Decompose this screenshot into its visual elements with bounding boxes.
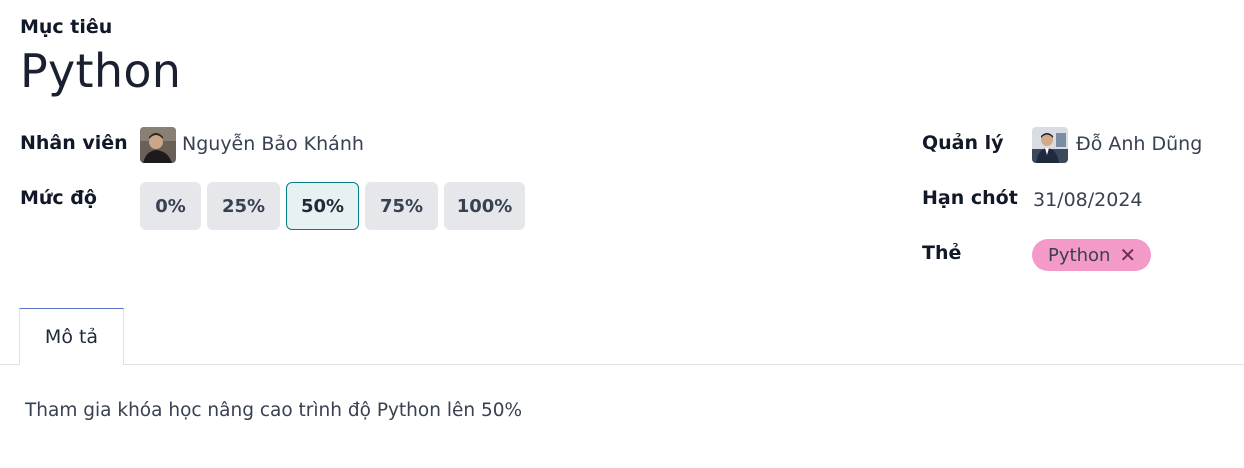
record-caption: Mục tiêu [20,16,113,38]
description-text[interactable]: Tham gia khóa học nâng cao trình độ Pyth… [25,400,522,421]
tag-python[interactable]: Python ✕ [1032,239,1151,271]
manager-avatar-icon [1032,127,1068,163]
employee-label: Nhân viên [20,132,128,154]
level-option-75[interactable]: 75% [365,182,438,230]
level-label: Mức độ [20,187,97,209]
manager-value[interactable]: Đỗ Anh Dũng [1076,133,1202,155]
tags-label: Thẻ [922,242,962,264]
manager-label: Quản lý [922,132,1004,154]
employee-avatar-icon [140,127,176,163]
close-icon[interactable]: ✕ [1119,245,1136,265]
tab-description[interactable]: Mô tả [19,308,124,365]
tag-python-label: Python [1048,244,1111,266]
level-option-100[interactable]: 100% [444,182,525,230]
level-option-50[interactable]: 50% [286,182,359,230]
manager-avatar[interactable] [1032,127,1068,163]
record-title[interactable]: Python [20,44,181,98]
deadline-value[interactable]: 31/08/2024 [1033,189,1143,211]
level-option-25[interactable]: 25% [207,182,280,230]
tabs-divider [0,364,1244,365]
employee-avatar[interactable] [140,127,176,163]
employee-value[interactable]: Nguyễn Bảo Khánh [182,133,364,155]
deadline-label: Hạn chót [922,187,1018,209]
level-option-0[interactable]: 0% [140,182,201,230]
